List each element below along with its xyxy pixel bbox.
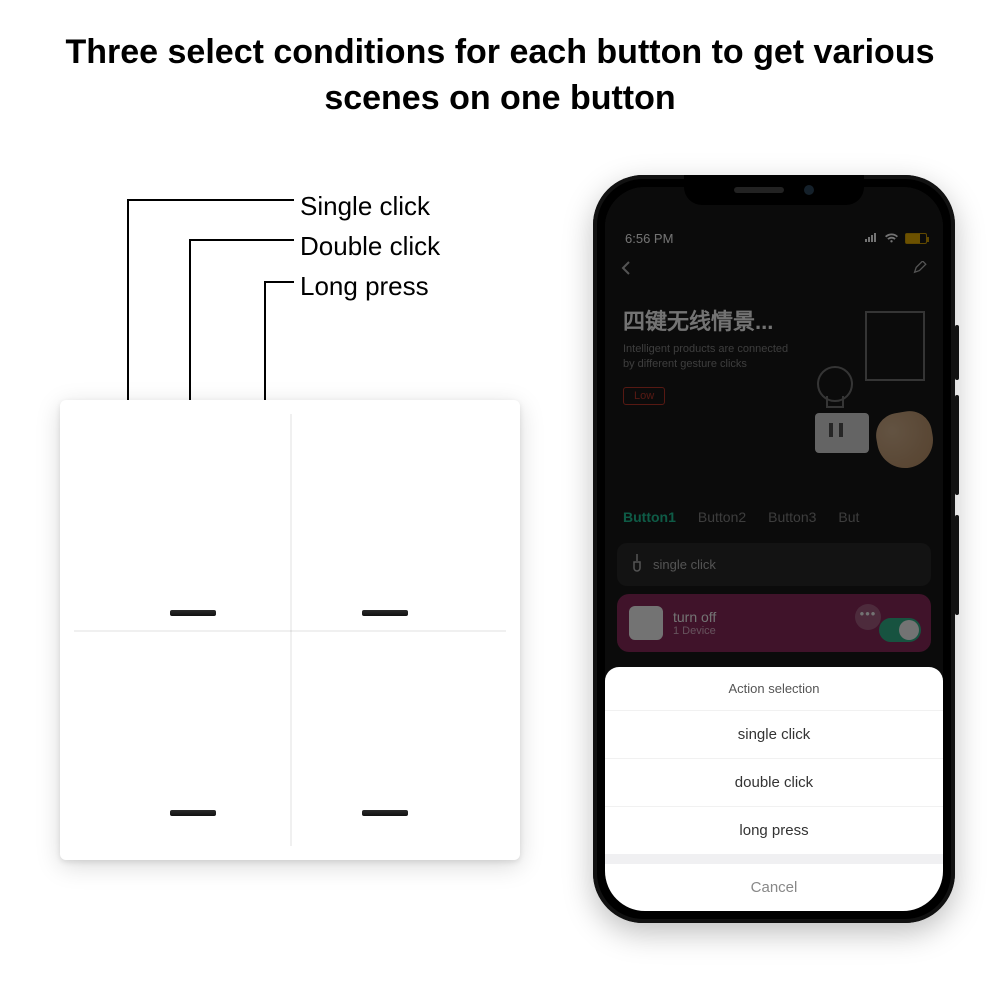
button-indicator	[362, 610, 408, 616]
button-indicator	[170, 610, 216, 616]
sheet-title: Action selection	[605, 667, 943, 710]
switch-panel	[60, 400, 520, 860]
phone-side-button	[955, 515, 959, 615]
phone-notch	[684, 175, 864, 205]
phone-frame: 6:56 PM	[593, 175, 955, 923]
callout-labels: Single click Double click Long press	[300, 186, 440, 306]
action-sheet: Action selection single click double cli…	[605, 667, 943, 911]
button-indicator	[170, 810, 216, 816]
sheet-cancel[interactable]: Cancel	[605, 864, 943, 911]
sheet-option-single[interactable]: single click	[605, 710, 943, 758]
button-indicator	[362, 810, 408, 816]
phone-side-button	[955, 395, 959, 495]
label-long: Long press	[300, 266, 440, 306]
sheet-option-double[interactable]: double click	[605, 758, 943, 806]
sheet-option-long[interactable]: long press	[605, 806, 943, 854]
label-double: Double click	[300, 226, 440, 266]
phone-screen: 6:56 PM	[605, 187, 943, 911]
phone-side-button	[955, 325, 959, 380]
headline: Three select conditions for each button …	[60, 30, 940, 122]
label-single: Single click	[300, 186, 440, 226]
